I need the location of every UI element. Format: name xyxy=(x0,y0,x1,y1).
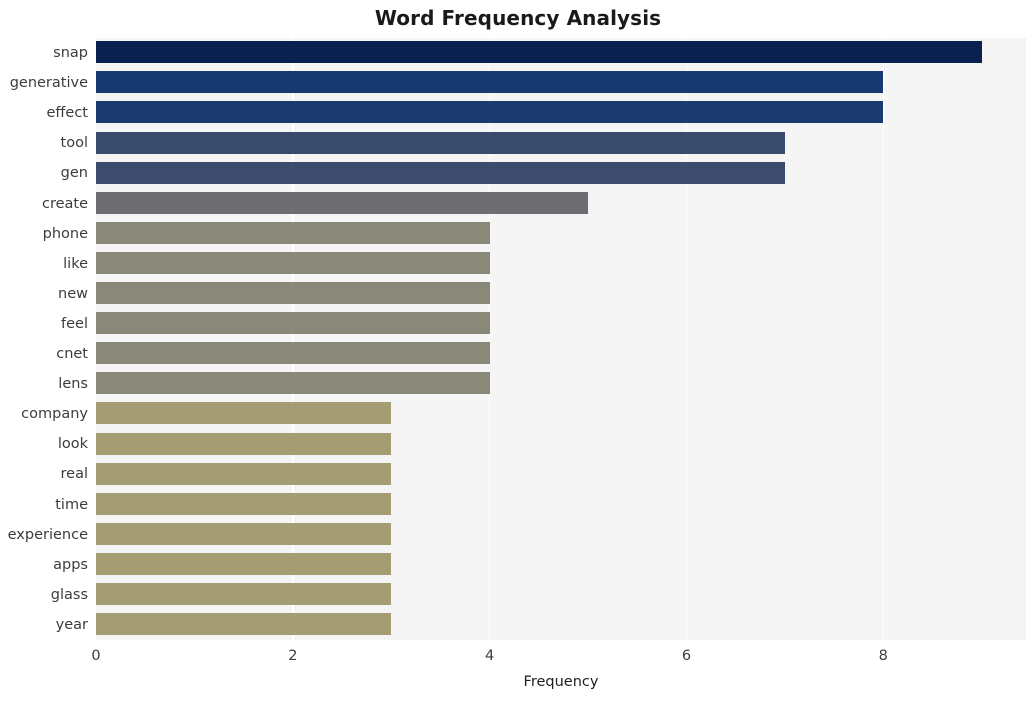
y-tick-label-company: company xyxy=(21,406,88,423)
x-axis-tick-labels: 0 2 4 6 8 xyxy=(0,646,1036,672)
x-tick-label-4: 4 xyxy=(485,648,495,664)
y-tick-label-experience: experience xyxy=(7,526,88,543)
chart-title: Word Frequency Analysis xyxy=(374,6,662,30)
y-tick-label-create: create xyxy=(41,195,88,212)
y-tick-label-look: look xyxy=(57,436,88,453)
y-tick-label-lens: lens xyxy=(58,376,88,393)
y-tick-label-cnet: cnet xyxy=(56,346,88,363)
x-axis-label: Frequency xyxy=(523,674,599,690)
y-tick-label-phone: phone xyxy=(42,225,88,242)
y-tick-label-like: like xyxy=(63,255,88,272)
chart-figure: Word Frequency Analysis snap generative ef… xyxy=(0,0,1036,701)
y-tick-label-glass: glass xyxy=(50,586,88,603)
y-tick-label-real: real xyxy=(60,466,88,483)
y-tick-label-tool: tool xyxy=(60,135,88,152)
y-axis-tick-labels: snap generative effect tool gen create phone li… xyxy=(8,38,1026,640)
x-tick-label-8: 8 xyxy=(878,648,888,664)
x-tick-label-0: 0 xyxy=(91,648,101,664)
y-tick-label-time: time xyxy=(55,496,88,513)
y-tick-label-gen: gen xyxy=(60,165,88,182)
y-tick-label-snap: snap xyxy=(53,45,88,62)
y-tick-label-year: year xyxy=(55,616,88,633)
x-tick-label-2: 2 xyxy=(288,648,298,664)
x-tick-label-6: 6 xyxy=(681,648,692,664)
y-tick-label-effect: effect xyxy=(46,105,89,122)
y-tick-label-new: new xyxy=(58,285,88,302)
y-tick-label-feel: feel xyxy=(61,315,88,332)
y-tick-label-generative: generative xyxy=(9,75,88,92)
y-tick-label-apps: apps xyxy=(53,556,88,573)
